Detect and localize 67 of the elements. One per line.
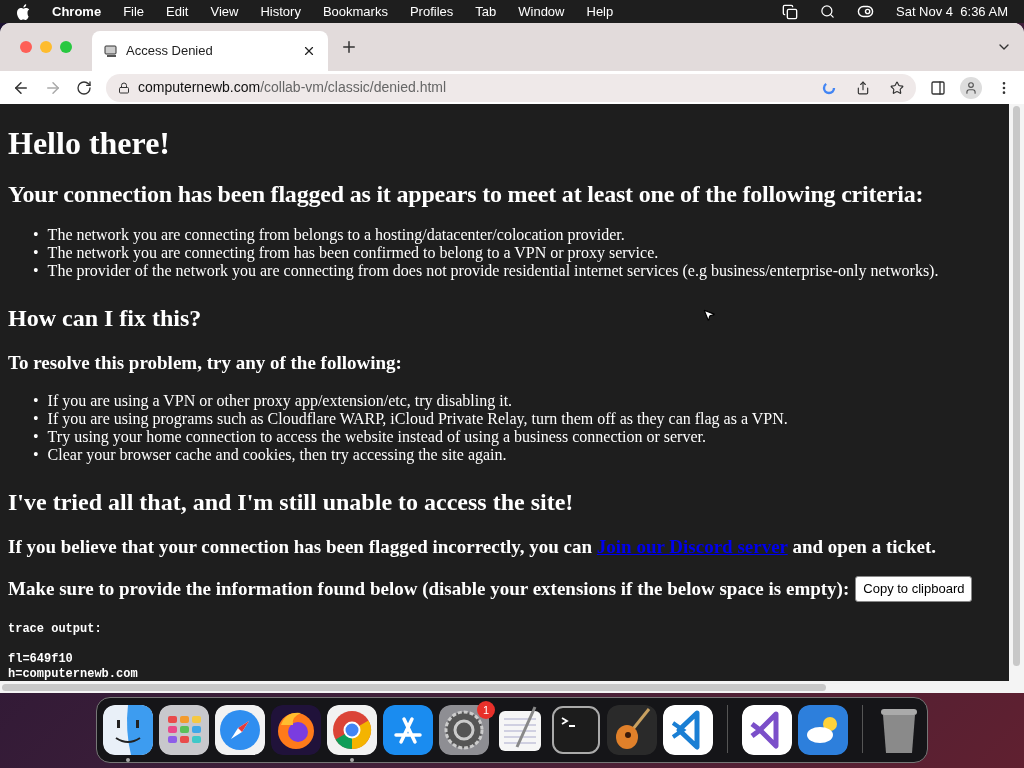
copy-to-clipboard-button[interactable]: Copy to clipboard xyxy=(855,576,973,602)
browser-tab[interactable]: Access Denied xyxy=(92,31,328,71)
menu-item[interactable]: Tab xyxy=(475,1,497,22)
subheading: To resolve this problem, try any of the following: xyxy=(8,352,403,374)
list-item: If you are using programs such as Cloudflare WARP, iCloud Private Relay, turn them off as they can flag as a VPN. xyxy=(47,410,788,428)
contact-text: If you believe that your connection has been flagged incorrectly, you can Join our Discord server and open a ticket. xyxy=(8,536,937,558)
list-item: Clear your browser cache and cookies, then try accessing the site again. xyxy=(47,446,507,464)
chrome-icon[interactable] xyxy=(327,705,377,755)
menu-item[interactable]: View xyxy=(210,1,239,22)
computer-icon xyxy=(104,44,118,58)
bullet: • xyxy=(33,262,39,280)
app-store-icon[interactable] xyxy=(383,705,433,755)
list-item: The network you are connecting from has been confirmed to belong to a VPN or proxy service. xyxy=(47,244,659,262)
menu-item[interactable]: Help xyxy=(586,1,614,22)
url-text: computernewb.com/collab-vm/classic/denied.html xyxy=(138,78,448,97)
bullet: • xyxy=(33,392,39,410)
screen-mirroring-icon[interactable] xyxy=(782,3,798,20)
new-tab-icon[interactable] xyxy=(340,38,358,56)
terminal-icon[interactable] xyxy=(551,705,601,755)
menu-item[interactable]: Bookmarks xyxy=(322,1,388,22)
trace-label: trace output: xyxy=(8,621,102,637)
bullet: • xyxy=(33,244,39,262)
bullet: • xyxy=(33,410,39,428)
bookmark-star-icon[interactable] xyxy=(890,80,904,95)
horizontal-scrollbar[interactable] xyxy=(0,681,1024,693)
apple-icon[interactable] xyxy=(16,3,30,20)
address-bar[interactable]: computernewb.com/collab-vm/classic/denied.html xyxy=(106,73,916,102)
app-menu[interactable]: Chrome xyxy=(52,1,102,22)
lock-icon xyxy=(118,81,130,94)
mouse-pointer-icon xyxy=(702,307,716,323)
gear-icon[interactable] xyxy=(439,705,489,755)
bullet: • xyxy=(33,428,39,446)
list-item: Try using your home connection to access the website instead of using a business connection or server. xyxy=(47,428,706,446)
search-icon[interactable] xyxy=(820,4,835,19)
menu-item[interactable]: File xyxy=(123,1,145,22)
notification-badge: 1 xyxy=(477,701,495,719)
code-editor-icon[interactable] xyxy=(663,705,713,755)
bullet: • xyxy=(33,446,39,464)
reload-icon[interactable] xyxy=(76,79,92,96)
vertical-scrollbar[interactable] xyxy=(1009,104,1024,681)
section-heading: I've tried all that, and I'm still unable to access the site! xyxy=(8,488,575,516)
section-heading: How can I fix this? xyxy=(8,304,202,332)
menu-item[interactable]: Edit xyxy=(166,1,189,22)
bullet: • xyxy=(33,226,39,244)
control-center-icon[interactable] xyxy=(857,3,874,20)
cloud-sun-icon[interactable] xyxy=(798,705,848,755)
trace-output: fl=649f10 h=computernewb.com xyxy=(8,651,138,681)
profile-avatar[interactable] xyxy=(960,76,982,99)
compass-icon[interactable] xyxy=(215,705,265,755)
smiling-face-icon[interactable] xyxy=(103,705,153,755)
page-heading: Hello there! xyxy=(8,124,171,162)
list-item: The network you are connecting from belongs to a hosting/datacenter/colocation provider. xyxy=(47,226,625,244)
share-icon[interactable] xyxy=(856,80,870,95)
side-panel-icon[interactable] xyxy=(930,79,946,96)
app-grid-icon[interactable] xyxy=(159,705,209,755)
close-tab-icon[interactable] xyxy=(302,44,316,58)
tab-title: Access Denied xyxy=(126,42,214,61)
guitar-icon[interactable] xyxy=(607,705,657,755)
fox-globe-icon[interactable] xyxy=(271,705,321,755)
menu-item[interactable]: Window xyxy=(518,1,565,22)
info-text: Make sure to provide the information found below (disable your extensions if the below space is empty): xyxy=(8,577,850,600)
list-item: The provider of the network you are connecting from does not provide residential internet services (e.g business/enterprise-only networks). xyxy=(47,262,939,280)
list-item: If you are using a VPN or other proxy app/extension/etc, try disabling it. xyxy=(47,392,513,410)
section-heading: Your connection has been flagged as it appears to meet at least one of the following criteria: xyxy=(8,180,925,208)
menu-item[interactable]: Profiles xyxy=(409,1,454,22)
menu-bar-clock: Sat Nov 4 6:36 AM xyxy=(896,2,1008,21)
menu-item[interactable]: History xyxy=(260,1,301,22)
